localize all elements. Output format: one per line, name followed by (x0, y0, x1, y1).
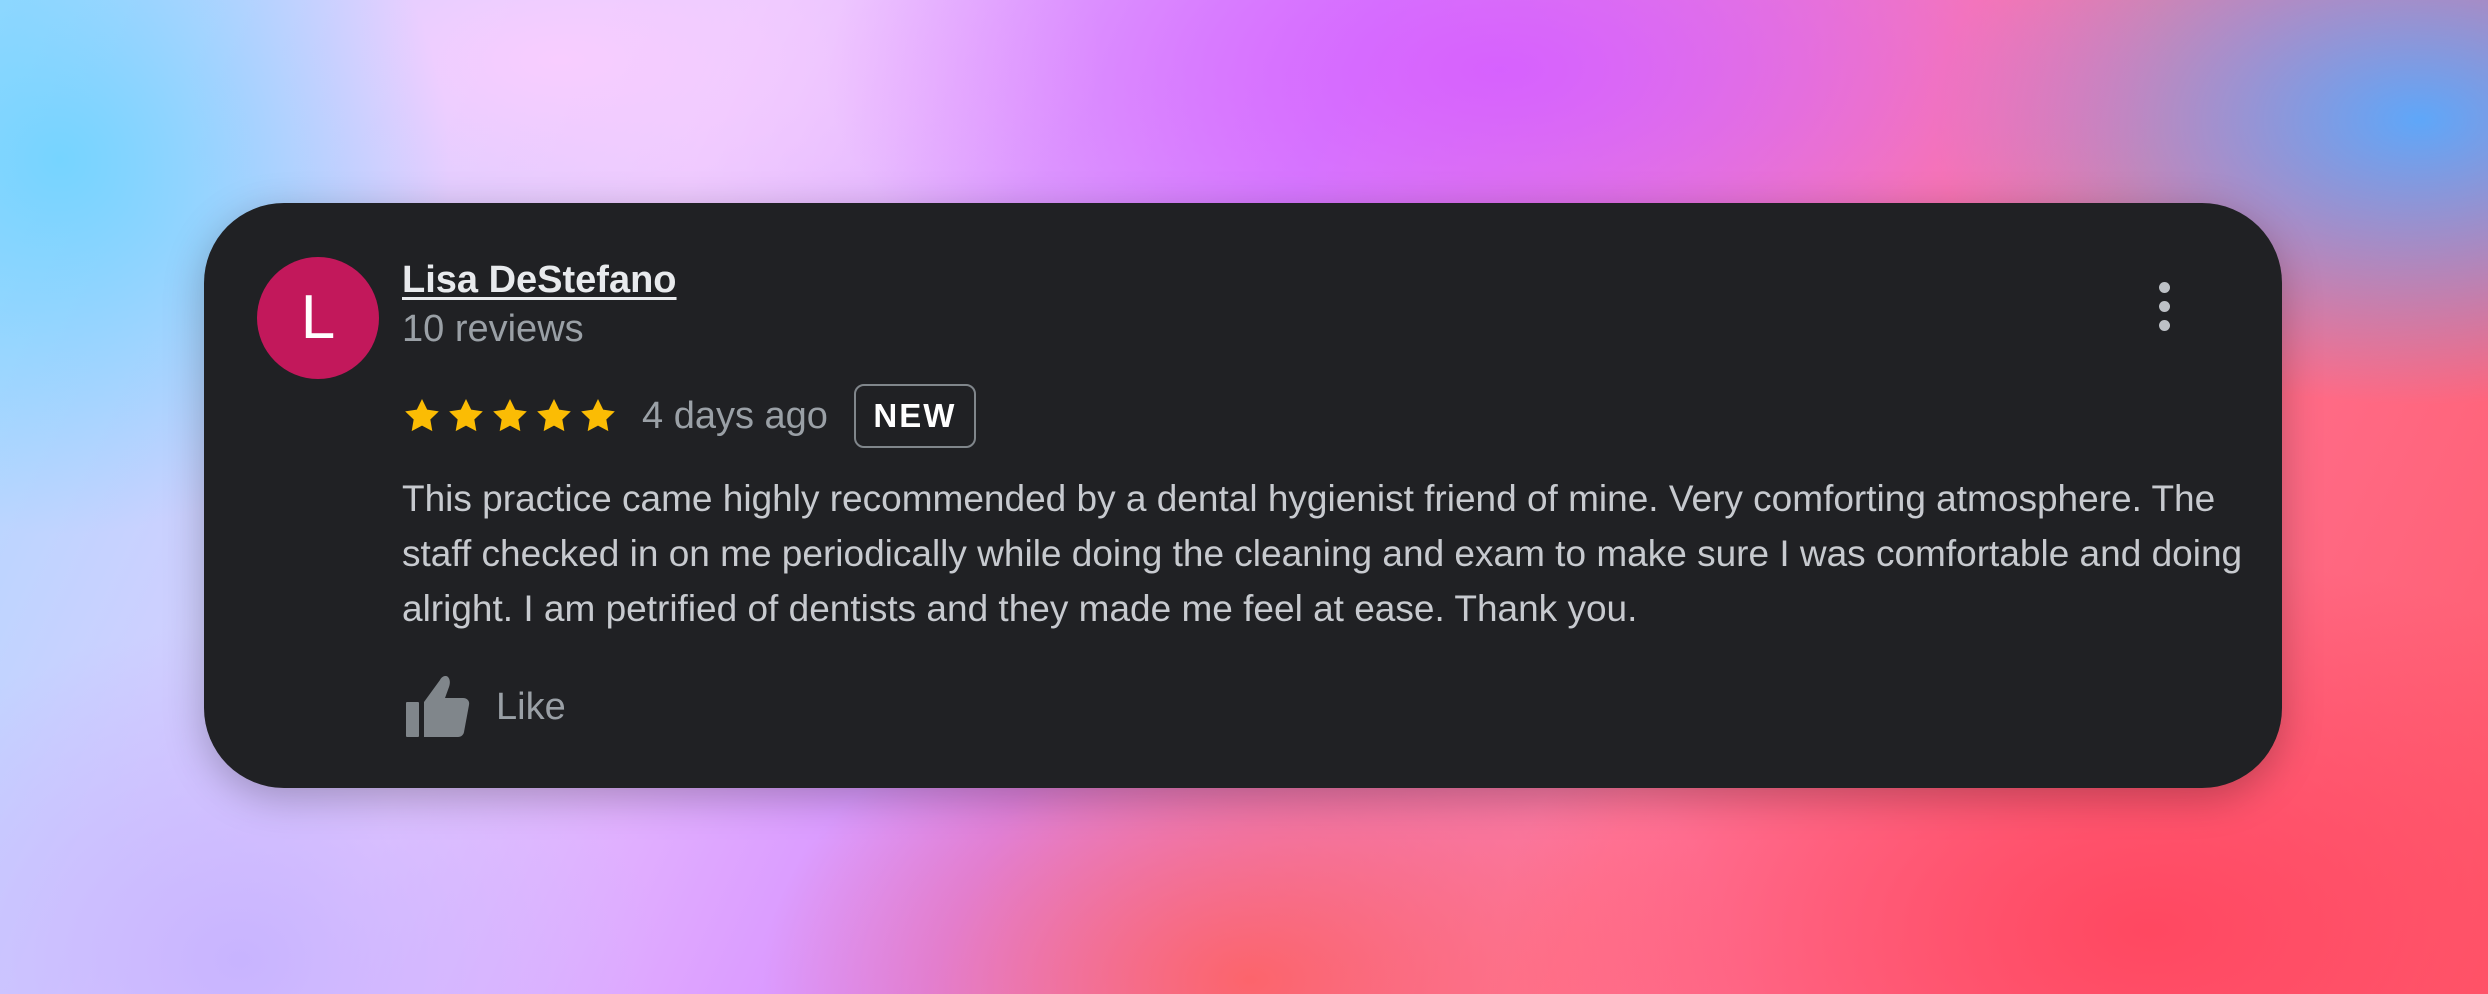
thumbs-up-icon (406, 676, 470, 737)
new-badge: NEW (853, 384, 976, 448)
review-text: This practice came highly recommended by… (402, 478, 2243, 629)
review-card: L Lisa DeStefano 10 reviews 4 days ago N… (204, 203, 2282, 788)
avatar[interactable]: L (257, 257, 379, 379)
star-icon (405, 399, 439, 432)
like-label: Like (496, 686, 566, 728)
star-icon (449, 399, 483, 432)
reviewer-name-link[interactable]: Lisa DeStefano (402, 258, 677, 304)
more-options-button[interactable] (2144, 281, 2184, 335)
star-rating (402, 396, 618, 436)
star-icon (537, 399, 571, 432)
review-date: 4 days ago (642, 395, 828, 437)
like-button[interactable]: Like (402, 673, 566, 741)
rating-row: 4 days ago NEW (402, 381, 976, 451)
review-count: 10 reviews (402, 308, 584, 350)
star-icon (581, 399, 615, 432)
star-icon (493, 399, 527, 432)
